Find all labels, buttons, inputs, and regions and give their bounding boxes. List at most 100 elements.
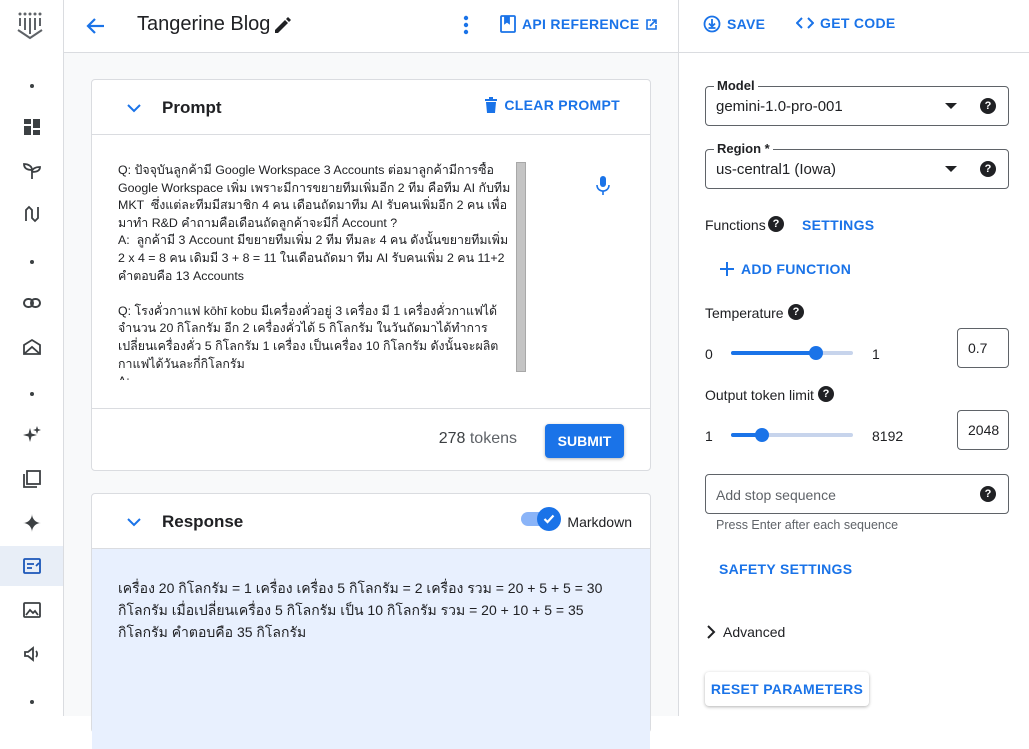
submit-button[interactable]: SUBMIT	[545, 424, 624, 458]
stop-sequence-input[interactable]: Add stop sequence ?	[705, 474, 1009, 514]
plus-icon	[720, 262, 734, 276]
prompt-card: Prompt CLEAR PROMPT Q: ปัจจุบันลูกค้ามี …	[91, 79, 651, 471]
region-value: us-central1 (Iowa)	[716, 161, 837, 178]
token-limit-label: Output token limit	[705, 387, 814, 403]
temperature-input[interactable]: 0.7	[957, 328, 1009, 368]
check-icon	[543, 514, 555, 524]
dropdown-arrow-icon	[945, 103, 957, 109]
temperature-slider[interactable]	[731, 346, 853, 360]
pipelines-icon[interactable]	[0, 194, 63, 234]
trash-icon	[485, 97, 498, 113]
slider-thumb[interactable]	[809, 346, 824, 360]
prompt-header: Prompt CLEAR PROMPT	[92, 80, 650, 135]
prompt-input-area[interactable]: Q: ปัจจุบันลูกค้ามี Google Workspace 3 A…	[92, 135, 650, 409]
add-function-button[interactable]: ADD FUNCTION	[719, 261, 851, 277]
help-icon[interactable]: ?	[788, 304, 804, 320]
save-button[interactable]: SAVE	[703, 15, 765, 33]
open-in-new-icon	[646, 18, 658, 30]
gemini-star-icon[interactable]	[0, 503, 63, 543]
response-card: Response Markdown เครื่อง 20 กิโลกรัม = …	[91, 493, 651, 749]
token-min: 1	[705, 428, 713, 444]
save-icon	[703, 15, 721, 33]
advanced-label: Advanced	[723, 624, 786, 640]
markdown-toggle[interactable]	[521, 507, 561, 531]
nav-dot	[0, 374, 63, 414]
add-function-label: ADD FUNCTION	[741, 261, 852, 277]
slider-fill	[731, 351, 817, 355]
chevron-down-icon[interactable]	[124, 98, 144, 118]
help-icon[interactable]: ?	[980, 98, 996, 114]
help-icon[interactable]: ?	[980, 161, 996, 177]
nav-dot	[0, 242, 63, 282]
dashboard-icon[interactable]	[0, 107, 63, 147]
toggle-knob	[537, 507, 561, 531]
text-prompt-icon[interactable]	[0, 546, 63, 586]
header-actions: SAVE GET CODE	[678, 0, 1029, 53]
link-icon[interactable]	[0, 283, 63, 323]
nav-rail	[0, 0, 64, 716]
temperature-max: 1	[872, 346, 880, 362]
header-bar: Tangerine Blog API REFERENCE	[64, 0, 678, 53]
sparkle-icon[interactable]	[0, 415, 63, 455]
image-prompt-icon[interactable]	[0, 590, 63, 630]
stop-sequence-placeholder: Add stop sequence	[716, 487, 836, 503]
tokens-label: tokens	[469, 430, 517, 447]
nav-dot	[0, 682, 63, 722]
book-icon	[500, 15, 516, 33]
settings-link[interactable]: SETTINGS	[802, 217, 874, 233]
region-select[interactable]: Region * us-central1 (Iowa) ?	[705, 141, 1009, 189]
get-code-label: GET CODE	[820, 15, 896, 31]
api-reference-link[interactable]: API REFERENCE	[500, 15, 658, 33]
model-value: gemini-1.0-pro-001	[716, 98, 843, 115]
page-title: Tangerine Blog	[137, 13, 271, 35]
prompt-footer: 278 tokens SUBMIT	[92, 409, 650, 471]
token-limit-input[interactable]: 2048	[957, 410, 1009, 450]
sprout-icon[interactable]	[0, 151, 63, 191]
dropdown-arrow-icon	[945, 166, 957, 172]
slider-thumb[interactable]	[754, 428, 769, 442]
stop-sequence-hint: Press Enter after each sequence	[716, 518, 899, 532]
reset-parameters-button[interactable]: RESET PARAMETERS	[705, 672, 869, 706]
api-reference-label: API REFERENCE	[522, 16, 640, 32]
advanced-toggle[interactable]: Advanced	[705, 624, 785, 640]
prompt-textarea[interactable]: Q: ปัจจุบันลูกค้ามี Google Workspace 3 A…	[118, 162, 518, 380]
markdown-label: Markdown	[567, 514, 632, 530]
token-number: 278	[438, 430, 466, 447]
token-limit-slider[interactable]	[731, 428, 853, 442]
chevron-right-icon	[707, 625, 716, 639]
temperature-min: 0	[705, 346, 713, 362]
save-label: SAVE	[727, 16, 766, 32]
safety-settings-button[interactable]: SAFETY SETTINGS	[719, 561, 852, 577]
speech-icon[interactable]	[0, 634, 63, 674]
model-garden-icon[interactable]	[0, 327, 63, 367]
edit-pencil-icon[interactable]	[272, 14, 294, 36]
chevron-down-icon[interactable]	[124, 512, 144, 532]
help-icon[interactable]: ?	[768, 216, 784, 232]
functions-label: Functions	[705, 217, 766, 233]
get-code-button[interactable]: GET CODE	[796, 15, 896, 31]
clear-prompt-button[interactable]: CLEAR PROMPT	[484, 97, 620, 113]
response-header: Response Markdown	[92, 494, 650, 549]
prompt-scrollbar[interactable]	[516, 162, 526, 372]
token-count: 278 tokens	[439, 430, 517, 448]
model-select[interactable]: Model gemini-1.0-pro-001 ?	[705, 78, 1009, 126]
help-icon[interactable]: ?	[818, 386, 834, 402]
more-vert-icon[interactable]	[454, 12, 478, 38]
region-label: Region *	[714, 141, 773, 156]
parameters-panel: Model gemini-1.0-pro-001 ? Region * us-c…	[678, 53, 1029, 716]
temperature-label: Temperature	[705, 305, 784, 321]
prompt-heading: Prompt	[162, 98, 222, 117]
token-max: 8192	[872, 428, 904, 444]
help-icon[interactable]: ?	[980, 486, 996, 502]
vertex-ai-logo-icon[interactable]	[14, 8, 46, 42]
code-icon	[796, 17, 814, 29]
model-label: Model	[714, 78, 758, 93]
nav-dot	[0, 66, 63, 106]
main-content: Prompt CLEAR PROMPT Q: ปัจจุบันลูกค้ามี …	[64, 53, 678, 749]
microphone-icon[interactable]	[594, 175, 612, 197]
response-heading: Response	[162, 512, 244, 531]
response-text: เครื่อง 20 กิโลกรัม = 1 เครื่อง เครื่อง …	[118, 580, 603, 640]
back-arrow-icon[interactable]	[82, 12, 110, 40]
library-icon[interactable]	[0, 459, 63, 499]
response-body: เครื่อง 20 กิโลกรัม = 1 เครื่อง เครื่อง …	[92, 549, 650, 749]
